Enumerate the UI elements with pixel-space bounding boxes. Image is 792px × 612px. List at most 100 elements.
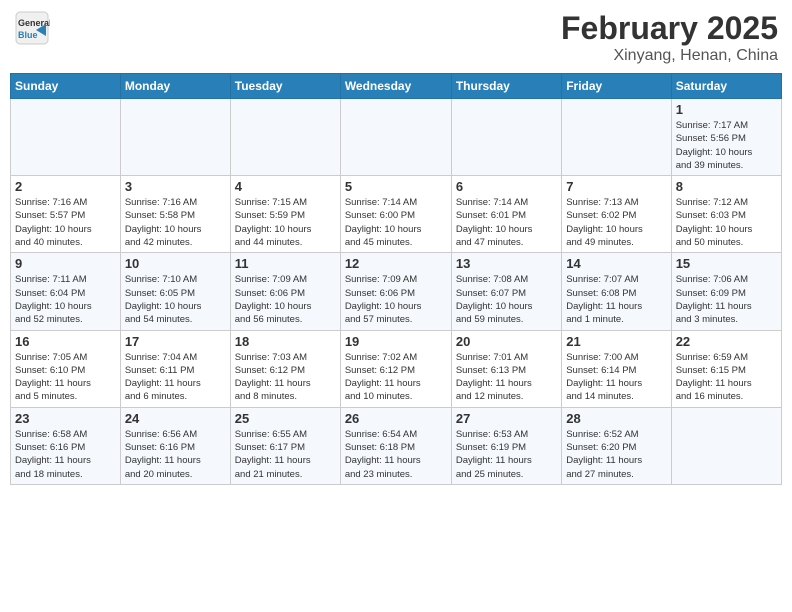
day-info: Sunrise: 7:09 AM Sunset: 6:06 PM Dayligh… bbox=[235, 273, 336, 326]
day-number: 20 bbox=[456, 334, 557, 349]
weekday-header-row: SundayMondayTuesdayWednesdayThursdayFrid… bbox=[11, 74, 782, 99]
day-info: Sunrise: 7:06 AM Sunset: 6:09 PM Dayligh… bbox=[676, 273, 777, 326]
day-info: Sunrise: 6:55 AM Sunset: 6:17 PM Dayligh… bbox=[235, 428, 336, 481]
title-block: February 2025 Xinyang, Henan, China bbox=[561, 10, 778, 65]
day-info: Sunrise: 6:58 AM Sunset: 6:16 PM Dayligh… bbox=[15, 428, 116, 481]
day-info: Sunrise: 7:14 AM Sunset: 6:01 PM Dayligh… bbox=[456, 196, 557, 249]
month-title: February 2025 bbox=[561, 10, 778, 47]
day-info: Sunrise: 7:11 AM Sunset: 6:04 PM Dayligh… bbox=[15, 273, 116, 326]
day-number: 19 bbox=[345, 334, 447, 349]
calendar-week-row: 23 Sunrise: 6:58 AM Sunset: 6:16 PM Dayli… bbox=[11, 407, 782, 484]
day-number: 17 bbox=[125, 334, 226, 349]
day-number: 13 bbox=[456, 256, 557, 271]
weekday-header-wednesday: Wednesday bbox=[340, 74, 451, 99]
calendar-cell: 9 Sunrise: 7:11 AM Sunset: 6:04 PM Daylig… bbox=[11, 253, 121, 330]
day-info: Sunrise: 7:15 AM Sunset: 5:59 PM Dayligh… bbox=[235, 196, 336, 249]
calendar-cell: 26 Sunrise: 6:54 AM Sunset: 6:18 PM Dayli… bbox=[340, 407, 451, 484]
day-number: 2 bbox=[15, 179, 116, 194]
day-number: 10 bbox=[125, 256, 226, 271]
calendar-cell: 3 Sunrise: 7:16 AM Sunset: 5:58 PM Daylig… bbox=[120, 176, 230, 253]
calendar-cell bbox=[340, 99, 451, 176]
day-number: 22 bbox=[676, 334, 777, 349]
day-number: 9 bbox=[15, 256, 116, 271]
day-number: 28 bbox=[566, 411, 666, 426]
day-number: 11 bbox=[235, 256, 336, 271]
day-number: 16 bbox=[15, 334, 116, 349]
calendar-week-row: 1Sunrise: 7:17 AM Sunset: 5:56 PM Daylig… bbox=[11, 99, 782, 176]
calendar-cell: 13 Sunrise: 7:08 AM Sunset: 6:07 PM Dayli… bbox=[451, 253, 561, 330]
calendar-cell: 23 Sunrise: 6:58 AM Sunset: 6:16 PM Dayli… bbox=[11, 407, 121, 484]
page-header: General Blue February 2025 Xinyang, Hena… bbox=[10, 10, 782, 65]
calendar-cell: 8 Sunrise: 7:12 AM Sunset: 6:03 PM Daylig… bbox=[671, 176, 781, 253]
day-number: 23 bbox=[15, 411, 116, 426]
day-info: Sunrise: 6:59 AM Sunset: 6:15 PM Dayligh… bbox=[676, 351, 777, 404]
day-info: Sunrise: 7:05 AM Sunset: 6:10 PM Dayligh… bbox=[15, 351, 116, 404]
calendar-cell: 5 Sunrise: 7:14 AM Sunset: 6:00 PM Daylig… bbox=[340, 176, 451, 253]
day-info: Sunrise: 7:17 AM Sunset: 5:56 PM Dayligh… bbox=[676, 119, 777, 172]
day-info: Sunrise: 7:14 AM Sunset: 6:00 PM Dayligh… bbox=[345, 196, 447, 249]
calendar-cell: 17Sunrise: 7:04 AM Sunset: 6:11 PM Dayli… bbox=[120, 330, 230, 407]
calendar-cell: 24 Sunrise: 6:56 AM Sunset: 6:16 PM Dayli… bbox=[120, 407, 230, 484]
day-number: 21 bbox=[566, 334, 666, 349]
day-info: Sunrise: 6:54 AM Sunset: 6:18 PM Dayligh… bbox=[345, 428, 447, 481]
svg-text:Blue: Blue bbox=[18, 30, 38, 40]
calendar-cell: 25 Sunrise: 6:55 AM Sunset: 6:17 PM Dayli… bbox=[230, 407, 340, 484]
calendar-cell: 6 Sunrise: 7:14 AM Sunset: 6:01 PM Daylig… bbox=[451, 176, 561, 253]
day-number: 15 bbox=[676, 256, 777, 271]
day-number: 3 bbox=[125, 179, 226, 194]
day-number: 5 bbox=[345, 179, 447, 194]
weekday-header-monday: Monday bbox=[120, 74, 230, 99]
calendar-cell: 14Sunrise: 7:07 AM Sunset: 6:08 PM Dayli… bbox=[562, 253, 671, 330]
day-info: Sunrise: 6:56 AM Sunset: 6:16 PM Dayligh… bbox=[125, 428, 226, 481]
calendar-table: SundayMondayTuesdayWednesdayThursdayFrid… bbox=[10, 73, 782, 485]
day-number: 24 bbox=[125, 411, 226, 426]
calendar-cell bbox=[11, 99, 121, 176]
day-info: Sunrise: 7:09 AM Sunset: 6:06 PM Dayligh… bbox=[345, 273, 447, 326]
day-info: Sunrise: 7:02 AM Sunset: 6:12 PM Dayligh… bbox=[345, 351, 447, 404]
calendar-cell: 2Sunrise: 7:16 AM Sunset: 5:57 PM Daylig… bbox=[11, 176, 121, 253]
calendar-cell: 4 Sunrise: 7:15 AM Sunset: 5:59 PM Daylig… bbox=[230, 176, 340, 253]
calendar-cell: 10Sunrise: 7:10 AM Sunset: 6:05 PM Dayli… bbox=[120, 253, 230, 330]
day-info: Sunrise: 7:13 AM Sunset: 6:02 PM Dayligh… bbox=[566, 196, 666, 249]
logo: General Blue bbox=[14, 10, 50, 51]
day-info: Sunrise: 7:00 AM Sunset: 6:14 PM Dayligh… bbox=[566, 351, 666, 404]
calendar-cell: 1Sunrise: 7:17 AM Sunset: 5:56 PM Daylig… bbox=[671, 99, 781, 176]
day-number: 4 bbox=[235, 179, 336, 194]
day-info: Sunrise: 7:08 AM Sunset: 6:07 PM Dayligh… bbox=[456, 273, 557, 326]
day-info: Sunrise: 7:01 AM Sunset: 6:13 PM Dayligh… bbox=[456, 351, 557, 404]
calendar-week-row: 2Sunrise: 7:16 AM Sunset: 5:57 PM Daylig… bbox=[11, 176, 782, 253]
day-number: 6 bbox=[456, 179, 557, 194]
day-info: Sunrise: 7:07 AM Sunset: 6:08 PM Dayligh… bbox=[566, 273, 666, 326]
weekday-header-tuesday: Tuesday bbox=[230, 74, 340, 99]
logo-icon: General Blue bbox=[14, 10, 50, 51]
day-number: 27 bbox=[456, 411, 557, 426]
day-number: 7 bbox=[566, 179, 666, 194]
day-number: 8 bbox=[676, 179, 777, 194]
location: Xinyang, Henan, China bbox=[561, 47, 778, 65]
day-info: Sunrise: 7:16 AM Sunset: 5:58 PM Dayligh… bbox=[125, 196, 226, 249]
calendar-cell: 20 Sunrise: 7:01 AM Sunset: 6:13 PM Dayli… bbox=[451, 330, 561, 407]
day-number: 26 bbox=[345, 411, 447, 426]
calendar-cell: 18Sunrise: 7:03 AM Sunset: 6:12 PM Dayli… bbox=[230, 330, 340, 407]
weekday-header-saturday: Saturday bbox=[671, 74, 781, 99]
day-info: Sunrise: 7:12 AM Sunset: 6:03 PM Dayligh… bbox=[676, 196, 777, 249]
calendar-cell: 15 Sunrise: 7:06 AM Sunset: 6:09 PM Dayli… bbox=[671, 253, 781, 330]
day-info: Sunrise: 7:03 AM Sunset: 6:12 PM Dayligh… bbox=[235, 351, 336, 404]
calendar-week-row: 9 Sunrise: 7:11 AM Sunset: 6:04 PM Daylig… bbox=[11, 253, 782, 330]
calendar-week-row: 16 Sunrise: 7:05 AM Sunset: 6:10 PM Dayli… bbox=[11, 330, 782, 407]
calendar-cell: 12 Sunrise: 7:09 AM Sunset: 6:06 PM Dayli… bbox=[340, 253, 451, 330]
calendar-cell: 19 Sunrise: 7:02 AM Sunset: 6:12 PM Dayli… bbox=[340, 330, 451, 407]
calendar-cell bbox=[562, 99, 671, 176]
day-number: 12 bbox=[345, 256, 447, 271]
calendar-cell bbox=[230, 99, 340, 176]
calendar-cell bbox=[451, 99, 561, 176]
calendar-cell: 7 Sunrise: 7:13 AM Sunset: 6:02 PM Daylig… bbox=[562, 176, 671, 253]
day-info: Sunrise: 6:52 AM Sunset: 6:20 PM Dayligh… bbox=[566, 428, 666, 481]
weekday-header-thursday: Thursday bbox=[451, 74, 561, 99]
calendar-cell: 11 Sunrise: 7:09 AM Sunset: 6:06 PM Dayli… bbox=[230, 253, 340, 330]
day-info: Sunrise: 6:53 AM Sunset: 6:19 PM Dayligh… bbox=[456, 428, 557, 481]
calendar-cell: 27 Sunrise: 6:53 AM Sunset: 6:19 PM Dayli… bbox=[451, 407, 561, 484]
calendar-cell: 28 Sunrise: 6:52 AM Sunset: 6:20 PM Dayli… bbox=[562, 407, 671, 484]
calendar-cell bbox=[671, 407, 781, 484]
day-number: 25 bbox=[235, 411, 336, 426]
